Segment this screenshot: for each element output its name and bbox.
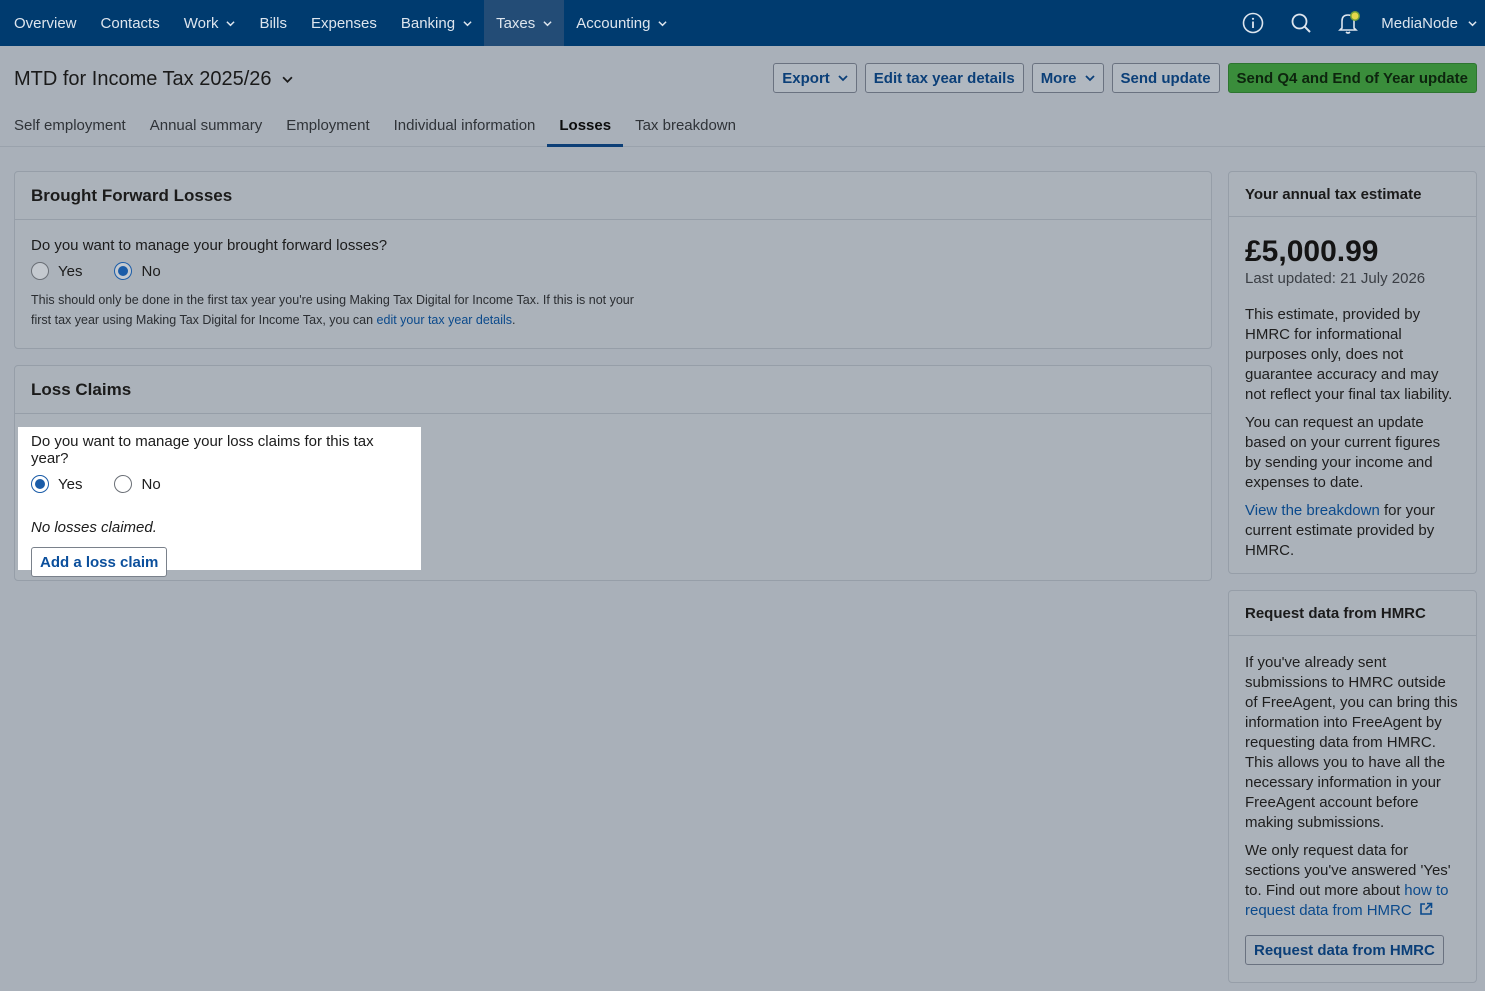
info-icon bbox=[1242, 12, 1264, 34]
send-final-update-button[interactable]: Send Q4 and End of Year update bbox=[1227, 63, 1477, 93]
tab-losses[interactable]: Losses bbox=[547, 112, 624, 147]
tax-estimate-panel: Your annual tax estimate £5,000.99 Last … bbox=[1228, 171, 1477, 574]
nav-bills[interactable]: Bills bbox=[247, 0, 299, 46]
nav-label: Taxes bbox=[496, 14, 536, 32]
chevron-down-icon bbox=[226, 20, 236, 26]
nav-label: Work bbox=[183, 14, 219, 32]
edit-tax-year-button[interactable]: Edit tax year details bbox=[864, 63, 1024, 93]
chevron-down-icon bbox=[543, 20, 552, 26]
estimate-info: You can request an update based on your … bbox=[1245, 414, 1441, 491]
bell-icon bbox=[1338, 11, 1361, 34]
export-button[interactable]: Export bbox=[773, 63, 857, 93]
more-label: More bbox=[1040, 69, 1077, 87]
external-link-icon bbox=[1420, 902, 1433, 915]
page-title: MTD for Income Tax 2025/26 bbox=[14, 68, 272, 90]
info-button[interactable] bbox=[1229, 0, 1277, 46]
chevron-down-icon bbox=[1084, 75, 1095, 82]
view-breakdown-link[interactable]: View the breakdown bbox=[1245, 502, 1380, 519]
account-name: MediaNode bbox=[1381, 14, 1458, 32]
request-note: We only request data for sections you've… bbox=[1245, 841, 1460, 921]
brought-forward-help: This should only be done in the first ta… bbox=[31, 290, 641, 330]
tab-bar: Self employment Annual summary Employmen… bbox=[0, 112, 748, 147]
brought-forward-yes-radio[interactable]: Yes bbox=[31, 262, 82, 280]
chevron-down-icon bbox=[1468, 20, 1477, 26]
nav-label: Expenses bbox=[310, 14, 377, 32]
account-menu[interactable]: MediaNode bbox=[1373, 15, 1485, 32]
chevron-down-icon bbox=[282, 76, 293, 83]
brought-forward-question: Do you want to manage your brought forwa… bbox=[31, 237, 388, 254]
card-title: Loss Claims bbox=[15, 366, 1211, 414]
tax-year-selector[interactable]: MTD for Income Tax 2025/26 bbox=[14, 68, 293, 91]
request-info: If you've already sent submissions to HM… bbox=[1245, 654, 1458, 831]
nav-contacts[interactable]: Contacts bbox=[89, 0, 172, 46]
radio-label: No bbox=[141, 475, 161, 493]
nav-label: Banking bbox=[400, 14, 456, 32]
radio-button[interactable] bbox=[31, 262, 49, 280]
page-header: MTD for Income Tax 2025/26 Export Edit t… bbox=[0, 46, 1485, 147]
tab-tax-breakdown[interactable]: Tax breakdown bbox=[623, 112, 748, 147]
tab-self-employment[interactable]: Self employment bbox=[0, 112, 138, 147]
top-nav: Overview Contacts Work Bills Expenses Ba… bbox=[0, 0, 1485, 46]
notifications-button[interactable] bbox=[1325, 0, 1373, 46]
tab-individual-information[interactable]: Individual information bbox=[382, 112, 548, 147]
search-icon bbox=[1291, 13, 1311, 33]
nav-label: Overview bbox=[14, 14, 77, 32]
nav-work[interactable]: Work bbox=[172, 0, 248, 46]
radio-label: Yes bbox=[58, 262, 83, 280]
nav-accounting[interactable]: Accounting bbox=[564, 0, 679, 46]
chevron-down-icon bbox=[658, 20, 668, 26]
panel-title: Your annual tax estimate bbox=[1229, 172, 1476, 217]
loss-claims-no-radio[interactable]: No bbox=[114, 475, 161, 493]
nav-banking[interactable]: Banking bbox=[389, 0, 484, 46]
radio-button[interactable] bbox=[114, 262, 133, 280]
help-text-end: . bbox=[512, 313, 516, 327]
search-button[interactable] bbox=[1277, 0, 1325, 46]
nav-label: Bills bbox=[259, 14, 287, 32]
estimate-disclaimer: This estimate, provided by HMRC for info… bbox=[1245, 306, 1453, 403]
nav-taxes[interactable]: Taxes bbox=[484, 0, 565, 46]
panel-title: Request data from HMRC bbox=[1229, 591, 1476, 636]
brought-forward-losses-card: Brought Forward Losses Do you want to ma… bbox=[14, 171, 1212, 349]
radio-label: No bbox=[141, 262, 161, 280]
radio-button[interactable] bbox=[31, 475, 49, 493]
tab-annual-summary[interactable]: Annual summary bbox=[138, 112, 275, 147]
last-updated: Last updated: 21 July 2026 bbox=[1245, 270, 1426, 287]
more-button[interactable]: More bbox=[1031, 63, 1104, 93]
chevron-down-icon bbox=[838, 75, 848, 82]
nav-overview[interactable]: Overview bbox=[0, 0, 89, 46]
loss-claims-question: Do you want to manage your loss claims f… bbox=[31, 433, 374, 467]
brought-forward-no-radio[interactable]: No bbox=[114, 262, 161, 280]
request-data-panel: Request data from HMRC If you've already… bbox=[1228, 590, 1477, 983]
nav-expenses[interactable]: Expenses bbox=[299, 0, 389, 46]
breakdown-text: View the breakdown for your current esti… bbox=[1245, 501, 1460, 561]
tax-estimate-amount: £5,000.99 bbox=[1245, 235, 1379, 268]
card-title: Brought Forward Losses bbox=[15, 172, 1211, 220]
add-loss-claim-button[interactable]: Add a loss claim bbox=[31, 547, 168, 577]
tab-employment[interactable]: Employment bbox=[274, 112, 381, 147]
send-update-button[interactable]: Send update bbox=[1111, 63, 1220, 93]
chevron-down-icon bbox=[463, 20, 472, 26]
help-text: This should only be done in the first ta… bbox=[31, 293, 634, 327]
radio-label: Yes bbox=[58, 475, 83, 493]
nav-label: Accounting bbox=[576, 14, 651, 32]
loss-claims-yes-radio[interactable]: Yes bbox=[31, 475, 82, 493]
edit-tax-year-link[interactable]: edit your tax year details bbox=[377, 313, 513, 327]
request-data-button[interactable]: Request data from HMRC bbox=[1245, 935, 1444, 965]
loss-claims-section: Do you want to manage your loss claims f… bbox=[18, 427, 421, 577]
export-label: Export bbox=[782, 69, 830, 87]
nav-label: Contacts bbox=[100, 14, 160, 32]
radio-button[interactable] bbox=[114, 475, 133, 493]
empty-state-text: No losses claimed. bbox=[31, 519, 157, 536]
